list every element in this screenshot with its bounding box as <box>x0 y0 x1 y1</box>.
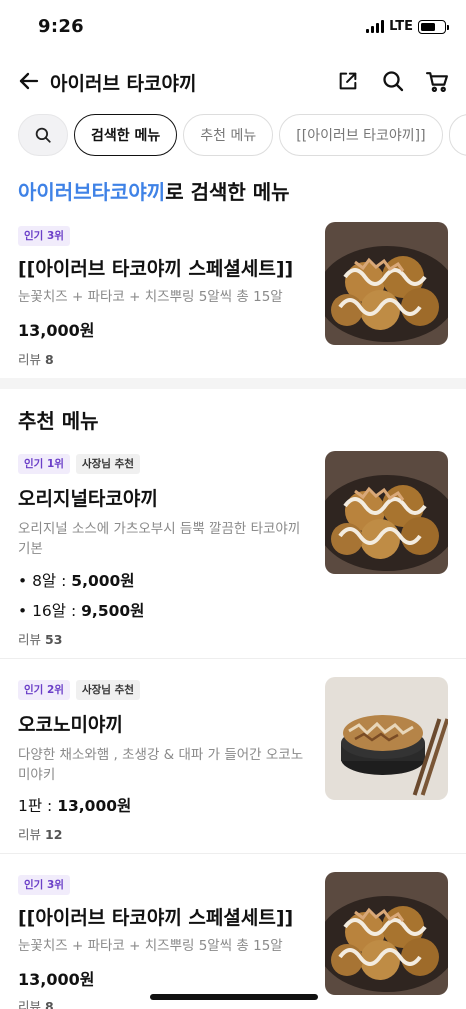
option-label: 1판 : <box>18 797 58 815</box>
menu-description: 오리지널 소스에 가츠오부시 듬뿍 깔끔한 타코야끼 기본 <box>18 521 301 557</box>
review-label: 리뷰 <box>18 999 42 1009</box>
menu-price: 13,000원 <box>18 321 95 340</box>
menu-photo-takoyaki <box>325 872 448 995</box>
option-label: • 16알 : <box>18 602 82 620</box>
top-app-bar: 아이러브 타코야끼 <box>0 56 466 108</box>
menu-name: [[아이러브 타코야끼 스페셜세트]] <box>18 907 294 929</box>
back-button[interactable] <box>14 66 44 96</box>
popularity-badge: 인기 3위 <box>18 875 70 895</box>
popularity-badge: 인기 1위 <box>18 454 70 474</box>
cart-button[interactable] <box>422 66 452 96</box>
item-divider <box>0 658 466 659</box>
review-label: 리뷰 <box>18 352 42 367</box>
recommended-section-title: 추천 메뉴 <box>18 409 99 433</box>
badge-group: 인기 3위 <box>18 875 308 895</box>
review-number: 53 <box>45 632 63 647</box>
menu-name: 오코노미야끼 <box>18 714 123 736</box>
section-divider <box>0 378 466 389</box>
review-label: 리뷰 <box>18 827 42 842</box>
status-bar: 9:26 LTE <box>0 0 466 56</box>
popularity-badge: 인기 2위 <box>18 680 70 700</box>
menu-price: 13,000원 <box>18 970 95 989</box>
status-time: 9:26 <box>38 16 84 37</box>
signal-icon <box>366 20 385 33</box>
review-count: 리뷰 8 <box>18 349 308 368</box>
owner-recommend-badge: 사장님 추천 <box>75 454 140 474</box>
menu-item-original-takoyaki[interactable]: 인기 1위 사장님 추천 오리지널타코야끼 오리지널 소스에 가츠오부시 듬뿍 … <box>0 451 466 651</box>
review-number: 8 <box>45 352 54 367</box>
badge-group: 인기 2위 사장님 추천 <box>18 680 308 700</box>
search-icon <box>383 71 404 92</box>
review-number: 12 <box>45 827 63 842</box>
search-button[interactable] <box>378 66 408 96</box>
chip-search[interactable] <box>18 114 68 156</box>
option-price: 9,500원 <box>81 602 145 620</box>
menu-item-special-set[interactable]: 인기 3위 [[아이러브 타코야끼 스페셜세트]] 눈꽃치즈 + 파타코 + 치… <box>0 872 466 1009</box>
menu-photo-okonomiyaki <box>325 677 448 800</box>
search-title-suffix: 로 검색한 메뉴 <box>165 180 290 204</box>
badge-group: 인기 1위 사장님 추천 <box>18 454 308 474</box>
menu-description: 눈꽃치즈 + 파타코 + 치즈뿌링 5알씩 총 15알 <box>18 938 283 954</box>
chip-recommended-menu[interactable]: 추천 메뉴 <box>183 114 274 156</box>
search-icon <box>35 127 51 143</box>
menu-photo-takoyaki <box>325 451 448 574</box>
cart-icon <box>425 71 448 92</box>
menu-item-search-special-set[interactable]: 인기 3위 [[아이러브 타코야끼 스페셜세트]] 눈꽃치즈 + 파타코 + 치… <box>0 222 466 372</box>
chip-more[interactable] <box>448 114 466 156</box>
menu-description: 눈꽃치즈 + 파타코 + 치즈뿌링 5알씩 총 15알 <box>18 289 283 305</box>
menu-photo-takoyaki <box>325 222 448 345</box>
review-count: 리뷰 12 <box>18 824 308 843</box>
chip-searched-menu[interactable]: 검색한 메뉴 <box>74 114 178 156</box>
share-icon <box>339 72 357 90</box>
option-label: • 8알 : <box>18 572 72 590</box>
menu-description: 다양한 채소와햄 , 초생강 & 대파 가 들어간 오코노미야키 <box>18 747 304 783</box>
review-number: 8 <box>45 999 54 1009</box>
battery-icon <box>418 19 449 34</box>
option-row: • 8알 : 5,000원 <box>18 569 308 591</box>
badge-group: 인기 3위 <box>18 226 308 246</box>
home-indicator[interactable] <box>150 994 318 1000</box>
share-button[interactable] <box>333 66 363 96</box>
menu-name: [[아이러브 타코야끼 스페셜세트]] <box>18 258 294 280</box>
popularity-badge: 인기 3위 <box>18 226 70 246</box>
option-price: 5,000원 <box>71 572 135 590</box>
option-row: • 16알 : 9,500원 <box>18 599 308 621</box>
review-label: 리뷰 <box>18 632 42 647</box>
status-indicators: LTE <box>366 19 449 34</box>
menu-name: 오리지널타코야끼 <box>18 488 158 510</box>
network-label: LTE <box>389 19 413 34</box>
search-results-title: 아이러브타코야끼로 검색한 메뉴 <box>18 176 290 205</box>
menu-filter-chips: 검색한 메뉴 추천 메뉴 [[아이러브 타코야끼]] <box>18 114 466 156</box>
option-row: 1판 : 13,000원 <box>18 794 308 816</box>
item-divider <box>0 853 466 854</box>
review-count: 리뷰 53 <box>18 629 308 648</box>
menu-item-okonomiyaki[interactable]: 인기 2위 사장님 추천 오코노미야끼 다양한 채소와햄 , 초생강 & 대파 … <box>0 677 466 847</box>
page-title: 아이러브 타코야끼 <box>50 73 197 95</box>
chip-special-set[interactable]: [[아이러브 타코야끼]] <box>279 114 443 156</box>
battery-fill <box>421 22 436 31</box>
option-price: 13,000원 <box>57 797 132 815</box>
search-keyword: 아이러브타코야끼 <box>18 180 166 204</box>
owner-recommend-badge: 사장님 추천 <box>75 680 140 700</box>
back-arrow-icon <box>19 72 39 90</box>
